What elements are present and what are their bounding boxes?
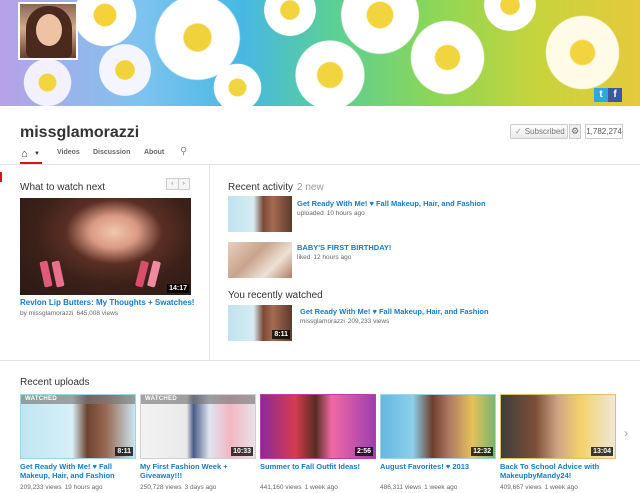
- featured-video-title[interactable]: Revlon Lip Butters: My Thoughts + Swatch…: [20, 298, 194, 307]
- video-views: 486,311 views: [380, 484, 422, 491]
- video-views: 441,160 views: [260, 484, 302, 491]
- activity-meta: uploaded 10 hours ago: [297, 210, 365, 217]
- video-age: 19 hours ago: [64, 484, 103, 491]
- video-duration: 14:17: [167, 284, 189, 293]
- activity-thumbnail[interactable]: [228, 196, 292, 232]
- video-age: 3 days ago: [184, 484, 217, 491]
- lipstick-graphic: [39, 260, 53, 288]
- video-views: 250,728 views: [140, 484, 182, 491]
- upload-meta: 250,728 views 3 days ago: [140, 484, 216, 491]
- upload-meta: 486,311 views 1 week ago: [380, 484, 457, 491]
- activity-action: liked: [297, 254, 311, 261]
- recent-activity-title: Recent activity: [228, 182, 294, 193]
- tab-videos[interactable]: Videos: [57, 149, 80, 156]
- upload-title[interactable]: My First Fashion Week + Giveaway!!!: [140, 462, 258, 480]
- home-icon: ⌂: [21, 148, 28, 160]
- activity-action: uploaded: [297, 210, 324, 217]
- column-divider: [209, 165, 210, 360]
- activity-meta: liked 12 hours ago: [297, 254, 351, 261]
- video-duration: 8:11: [272, 330, 290, 339]
- video-duration: 8:11: [115, 447, 133, 456]
- activity-time: 10 hours ago: [326, 210, 365, 217]
- upload-thumbnail[interactable]: WATCHED 10:33: [140, 394, 256, 459]
- video-duration: 13:04: [591, 447, 613, 456]
- twitter-icon[interactable]: t: [594, 88, 608, 102]
- video-views: 409,667 views: [500, 484, 542, 491]
- uploads-next-arrow-icon[interactable]: ›: [624, 426, 628, 440]
- recently-watched-video-title[interactable]: Get Ready With Me! ♥ Fall Makeup, Hair, …: [300, 307, 489, 316]
- recent-activity-header: Recent activity 2 new: [228, 182, 324, 193]
- upload-meta: 409,667 views 1 week ago: [500, 484, 578, 491]
- caret-down-icon: ▼: [34, 151, 40, 157]
- activity-time: 12 hours ago: [313, 254, 352, 261]
- upload-title[interactable]: August Favorites! ♥ 2013: [380, 462, 498, 471]
- subscription-settings-gear-icon[interactable]: ⚙: [569, 124, 581, 139]
- what-to-watch-title: What to watch next: [20, 182, 106, 193]
- video-age: 1 week ago: [544, 484, 578, 491]
- watched-badge: WATCHED: [21, 395, 135, 404]
- avatar-face: [36, 14, 62, 46]
- video-age: 1 week ago: [424, 484, 458, 491]
- activity-thumbnail[interactable]: [228, 242, 292, 278]
- upload-thumbnail[interactable]: 13:04: [500, 394, 616, 459]
- new-count: 2 new: [297, 182, 324, 193]
- recently-watched-meta: missglamorazzi 209,233 views: [300, 318, 389, 325]
- activity-title[interactable]: BABY'S FIRST BIRTHDAY!: [297, 243, 391, 252]
- what-to-watch-pager: ‹ ›: [166, 178, 190, 190]
- upload-title[interactable]: Summer to Fall Outfit Ideas!: [260, 462, 378, 471]
- upload-title[interactable]: Get Ready With Me! ♥ Fall Makeup, Hair, …: [20, 462, 138, 480]
- subscribed-button[interactable]: ✓ Subscribed: [510, 124, 568, 139]
- subscribed-label: Subscribed: [524, 127, 565, 136]
- upload-thumbnail[interactable]: WATCHED 8:11: [20, 394, 136, 459]
- check-icon: ✓: [515, 127, 522, 136]
- watched-badge: WATCHED: [141, 395, 255, 404]
- recent-uploads-title: Recent uploads: [20, 377, 90, 388]
- lipstick-graphic: [146, 260, 162, 288]
- recently-watched-title: You recently watched: [228, 290, 323, 301]
- upload-title[interactable]: Back To School Advice with MakeupbyMandy…: [500, 462, 618, 480]
- header-divider: [0, 164, 640, 165]
- video-views: 645,008 views: [76, 310, 119, 317]
- prev-button[interactable]: ‹: [167, 179, 178, 189]
- video-views: 209,233 views: [347, 318, 390, 325]
- upload-thumbnail[interactable]: 12:32: [380, 394, 496, 459]
- next-button[interactable]: ›: [177, 179, 190, 189]
- recently-watched-thumbnail[interactable]: 8:11: [228, 305, 292, 341]
- upload-thumbnail[interactable]: 2:56: [260, 394, 376, 459]
- channel-search-icon[interactable]: ⚲: [180, 146, 187, 157]
- channel-name[interactable]: missglamorazzi: [20, 124, 139, 142]
- lipstick-graphic: [51, 260, 65, 288]
- subscriber-count: 1,782,274: [585, 124, 623, 139]
- activity-title[interactable]: Get Ready With Me! ♥ Fall Makeup, Hair, …: [297, 199, 486, 208]
- channel-banner: [0, 0, 640, 106]
- video-duration: 12:32: [471, 447, 493, 456]
- section-divider: [0, 360, 640, 361]
- facebook-icon[interactable]: f: [608, 88, 622, 102]
- tab-about[interactable]: About: [144, 149, 164, 156]
- channel-avatar[interactable]: [18, 2, 78, 60]
- tab-discussion[interactable]: Discussion: [93, 149, 130, 156]
- video-duration: 2:56: [354, 447, 373, 456]
- section-marker: [0, 172, 2, 182]
- video-duration: 10:33: [231, 447, 253, 456]
- video-views: 209,233 views: [20, 484, 62, 491]
- upload-meta: 441,160 views 1 week ago: [260, 484, 338, 491]
- upload-meta: 209,233 views 19 hours ago: [20, 484, 103, 491]
- video-channel[interactable]: by missglamorazzi: [20, 310, 73, 317]
- tab-home[interactable]: ⌂ ▼: [20, 146, 42, 164]
- video-channel[interactable]: missglamorazzi: [300, 318, 345, 325]
- featured-video-thumbnail[interactable]: 14:17: [20, 198, 191, 295]
- featured-video-meta: by missglamorazzi 645,008 views: [20, 310, 118, 317]
- video-age: 1 week ago: [304, 484, 338, 491]
